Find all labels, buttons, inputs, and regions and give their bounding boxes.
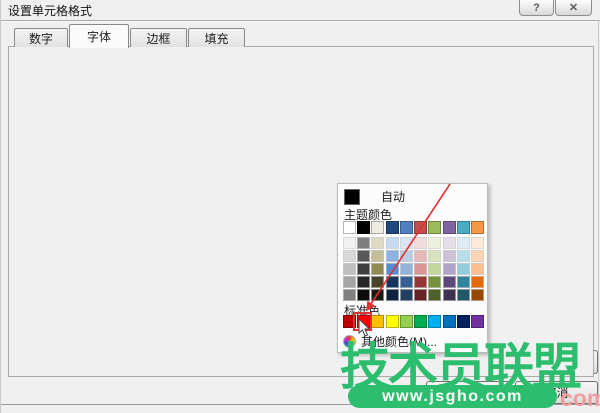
theme-shade-swatch[interactable]	[443, 289, 456, 301]
theme-shade-swatch[interactable]	[443, 237, 456, 249]
theme-shade-swatch[interactable]	[386, 237, 399, 249]
theme-shade-swatch[interactable]	[357, 276, 370, 288]
window-title: 设置单元格格式	[8, 2, 92, 19]
theme-shade-swatch[interactable]	[371, 289, 384, 301]
theme-color-swatch[interactable]	[457, 221, 470, 234]
theme-shade-swatch[interactable]	[428, 276, 441, 288]
standard-color-swatch[interactable]	[371, 315, 384, 328]
format-cells-dialog: { "window": { "title": "设置单元格格式", "help_…	[0, 0, 600, 413]
theme-shade-swatch[interactable]	[343, 237, 356, 249]
close-button[interactable]: ✕	[555, 0, 592, 16]
theme-color-swatch[interactable]	[443, 221, 456, 234]
standard-color-swatch[interactable]	[443, 315, 456, 328]
theme-shade-swatch[interactable]	[386, 263, 399, 275]
theme-shade-swatch[interactable]	[428, 250, 441, 262]
theme-color-swatch[interactable]	[386, 221, 399, 234]
help-icon: ?	[533, 2, 540, 14]
theme-color-swatch[interactable]	[428, 221, 441, 234]
theme-shade-swatch[interactable]	[457, 289, 470, 301]
theme-shade-swatch[interactable]	[343, 289, 356, 301]
theme-shade-swatch[interactable]	[371, 263, 384, 275]
client-top-highlight	[1, 21, 600, 22]
theme-shade-swatch[interactable]	[414, 250, 427, 262]
automatic-color-swatch	[344, 189, 360, 205]
theme-color-swatch[interactable]	[343, 221, 356, 234]
theme-shade-swatch[interactable]	[471, 289, 484, 301]
theme-shade-swatch[interactable]	[357, 237, 370, 249]
automatic-color-item[interactable]: 自动	[341, 187, 484, 206]
theme-shade-swatch[interactable]	[343, 263, 356, 275]
theme-shade-swatch[interactable]	[428, 263, 441, 275]
theme-shade-swatch[interactable]	[343, 276, 356, 288]
theme-shade-swatch[interactable]	[343, 250, 356, 262]
watermark-url-pill: www.jsgho.com	[348, 385, 557, 408]
theme-color-swatch[interactable]	[371, 221, 384, 234]
theme-shade-swatch[interactable]	[386, 250, 399, 262]
standard-color-swatch[interactable]	[457, 315, 470, 328]
theme-shade-swatch[interactable]	[443, 276, 456, 288]
theme-colors-row	[343, 221, 484, 234]
theme-shade-swatch[interactable]	[371, 276, 384, 288]
theme-shade-swatch[interactable]	[457, 276, 470, 288]
standard-color-swatch[interactable]	[414, 315, 427, 328]
theme-shades-grid	[343, 237, 484, 302]
standard-color-swatch[interactable]	[428, 315, 441, 328]
theme-shade-swatch[interactable]	[443, 250, 456, 262]
theme-color-swatch[interactable]	[357, 221, 370, 234]
theme-shade-swatch[interactable]	[457, 263, 470, 275]
theme-shade-swatch[interactable]	[428, 289, 441, 301]
theme-shade-swatch[interactable]	[400, 263, 413, 275]
standard-color-swatch[interactable]	[386, 315, 399, 328]
tab-font[interactable]: 字体	[69, 24, 129, 48]
theme-shade-swatch[interactable]	[471, 276, 484, 288]
close-icon: ✕	[569, 1, 578, 14]
theme-shade-swatch[interactable]	[471, 263, 484, 275]
watermark-url: www.jsgho.com	[382, 388, 523, 406]
theme-shade-swatch[interactable]	[414, 237, 427, 249]
tab-number[interactable]: 数字	[14, 28, 68, 47]
dialog-right-edge	[598, 20, 599, 405]
standard-color-swatch[interactable]	[400, 315, 413, 328]
theme-shade-swatch[interactable]	[400, 237, 413, 249]
theme-shade-swatch[interactable]	[457, 250, 470, 262]
help-button[interactable]: ?	[519, 0, 554, 16]
theme-color-swatch[interactable]	[414, 221, 427, 234]
theme-shade-swatch[interactable]	[414, 289, 427, 301]
standard-color-swatch[interactable]	[471, 315, 484, 328]
theme-shade-swatch[interactable]	[357, 263, 370, 275]
theme-shade-swatch[interactable]	[400, 250, 413, 262]
theme-shade-swatch[interactable]	[371, 237, 384, 249]
theme-shade-swatch[interactable]	[443, 263, 456, 275]
theme-shade-swatch[interactable]	[386, 276, 399, 288]
tab-fill[interactable]: 填充	[188, 28, 245, 47]
theme-color-swatch[interactable]	[400, 221, 413, 234]
mouse-cursor-icon	[358, 318, 372, 338]
theme-shade-swatch[interactable]	[357, 250, 370, 262]
tab-border[interactable]: 边框	[130, 28, 187, 47]
theme-shade-swatch[interactable]	[371, 250, 384, 262]
theme-shade-swatch[interactable]	[471, 250, 484, 262]
theme-shade-swatch[interactable]	[414, 263, 427, 275]
theme-color-swatch[interactable]	[471, 221, 484, 234]
theme-shade-swatch[interactable]	[414, 276, 427, 288]
theme-shade-swatch[interactable]	[400, 276, 413, 288]
theme-shade-swatch[interactable]	[357, 289, 370, 301]
automatic-color-label: 自动	[381, 188, 405, 205]
theme-shade-swatch[interactable]	[386, 289, 399, 301]
theme-shade-swatch[interactable]	[400, 289, 413, 301]
font-tab-page	[8, 46, 594, 377]
theme-shade-swatch[interactable]	[457, 237, 470, 249]
theme-shade-swatch[interactable]	[428, 237, 441, 249]
theme-shade-swatch[interactable]	[471, 237, 484, 249]
